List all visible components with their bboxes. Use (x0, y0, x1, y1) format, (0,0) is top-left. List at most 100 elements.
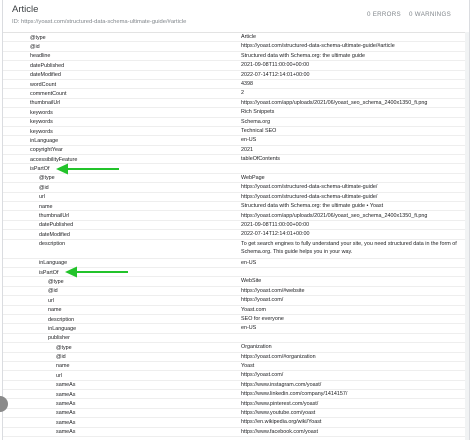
table-row: wordCount 4398 (3, 80, 469, 90)
table-row: sameAs https://www.instagram.com/yoast/ (3, 381, 469, 391)
property-value: https://www.instagram.com/yoast/ (241, 381, 322, 388)
property-table: @type Article @id https://yoast.com/structu… (3, 33, 469, 438)
property-key: name (39, 203, 53, 210)
property-key: @type (48, 278, 64, 285)
property-key: @id (48, 288, 58, 295)
property-value: en-US (241, 325, 257, 332)
property-value: 2021-09-08T11:00:00+00:00 (241, 62, 310, 69)
property-value: https://yoast.com/app/uploads/2021/06/yo… (241, 99, 428, 106)
table-row: @type WebSite (3, 277, 469, 287)
property-value: Organization (241, 344, 272, 351)
table-row: thumbnailUrl https://yoast.com/app/upload… (3, 99, 469, 109)
property-value: https://yoast.com/structured-data-schema… (241, 184, 378, 191)
property-value: 2022-07-14T12:14:01+00:00 (241, 71, 310, 78)
property-value: tableOfContents (241, 156, 280, 163)
property-value: https://yoast.com/ (241, 372, 284, 379)
table-row: isPartOf (3, 163, 469, 175)
property-key: sameAs (56, 382, 76, 389)
property-value: en-US (241, 137, 257, 144)
table-row: keywords Rich Snippets (3, 108, 469, 118)
table-row: dateModified 2022-07-14T12:14:01+00:00 (3, 230, 469, 240)
property-value: WebPage (241, 174, 265, 181)
table-row: @id https://yoast.com/#website (3, 287, 469, 297)
property-key: thumbnailUrl (30, 100, 61, 107)
table-row: thumbnailUrl https://yoast.com/app/upload… (3, 211, 469, 221)
property-value: Yoast.com (241, 306, 266, 313)
table-row: description To get search engines to full… (3, 240, 469, 259)
table-row: sameAs https://www.linkedin.com/company/1… (3, 390, 469, 400)
errors-count: 0 ERRORS (366, 11, 401, 18)
table-row: headline Structured data with Schema.org:… (3, 52, 469, 62)
warnings-count: 0 WARNINGS (409, 11, 451, 18)
table-row: keywords Technical SEO (3, 127, 469, 137)
property-key: wordCount (30, 81, 57, 88)
property-key: name (56, 363, 70, 370)
property-value: Rich Snippets (241, 109, 275, 116)
table-row: dateModified 2022-07-14T12:14:01+00:00 (3, 71, 469, 80)
table-row: copyrightYear 2021 (3, 146, 469, 156)
property-key: headline (30, 53, 51, 60)
property-key: keywords (30, 119, 53, 126)
table-row: url https://yoast.com/structured-data-sch… (3, 193, 469, 203)
property-value: 2 (241, 90, 244, 97)
property-value: https://en.wikipedia.org/wiki/Yoast (241, 419, 322, 426)
property-key: sameAs (56, 419, 76, 426)
panel-header: Article ID: https://yoast.com/structured… (3, 0, 469, 33)
property-value: Structured data with Schema.org: the ult… (241, 52, 366, 59)
table-row: @id https://yoast.com/structured-data-sch… (3, 42, 469, 52)
property-key: url (56, 372, 62, 379)
property-value: WebSite (241, 278, 262, 285)
table-row: commentCount 2 (3, 89, 469, 99)
property-key: url (48, 297, 54, 304)
scrollbar[interactable] (465, 32, 469, 440)
table-row: name Yoast.com (3, 306, 469, 315)
property-value: https://yoast.com/#website (241, 287, 305, 294)
property-key: description (48, 316, 75, 323)
property-value: https://www.youtube.com/yoast (241, 409, 316, 416)
validation-summary: 0 ERRORS 0 WARNINGS (361, 11, 451, 18)
table-row: sameAs https://www.facebook.com/yoast (3, 428, 469, 438)
property-key: @id (39, 184, 49, 191)
property-value: Technical SEO (241, 128, 277, 134)
property-key: thumbnailUrl (39, 213, 70, 220)
property-value: https://yoast.com/structured-data-schema… (241, 193, 378, 200)
property-value: https://yoast.com/#organization (241, 353, 316, 360)
table-row: @id https://yoast.com/#organization (3, 353, 469, 362)
property-key: sameAs (56, 410, 76, 417)
property-value: https://yoast.com/ (241, 297, 284, 304)
panel-title: Article (12, 4, 39, 15)
table-row: sameAs https://en.wikipedia.org/wiki/Yoas… (3, 418, 469, 428)
property-key: datePublished (39, 222, 74, 229)
property-key: @type (39, 175, 55, 182)
property-key: name (48, 307, 62, 314)
property-value: Article (241, 34, 256, 41)
property-key: inLanguage (39, 260, 68, 267)
property-value: Yoast (241, 362, 255, 369)
property-key: sameAs (56, 401, 76, 408)
property-key: sameAs (56, 429, 76, 436)
property-key: sameAs (56, 391, 76, 398)
table-row: url https://yoast.com/ (3, 371, 469, 381)
item-id: ID: https://yoast.com/structured-data-sc… (12, 19, 187, 25)
property-key: accessibilityFeature (30, 156, 78, 163)
property-key: @id (56, 354, 66, 361)
property-value: https://yoast.com/app/uploads/2021/06/yo… (241, 212, 428, 219)
property-value: Structured data with Schema.org: the ult… (241, 203, 384, 210)
table-row: name Structured data with Schema.org: the… (3, 202, 469, 212)
table-row: name Yoast (3, 362, 469, 372)
table-row: inLanguage en-US (3, 324, 469, 334)
property-key: datePublished (30, 62, 65, 69)
property-value: 4398 (241, 81, 253, 88)
table-row: sameAs https://www.pinterest.com/yoast/ (3, 399, 469, 409)
property-key: @type (56, 344, 72, 351)
property-key: keywords (30, 128, 53, 135)
table-row: publisher (3, 334, 469, 344)
property-key: description (39, 241, 66, 248)
table-row: description SEO for everyone (3, 315, 469, 325)
table-row: @id https://yoast.com/structured-data-sch… (3, 183, 469, 193)
table-row: sameAs https://www.youtube.com/yoast (3, 409, 469, 419)
table-row: url https://yoast.com/ (3, 296, 469, 306)
property-key: keywords (30, 109, 53, 116)
property-value: SEO for everyone (241, 316, 284, 323)
property-key: @type (30, 34, 46, 41)
